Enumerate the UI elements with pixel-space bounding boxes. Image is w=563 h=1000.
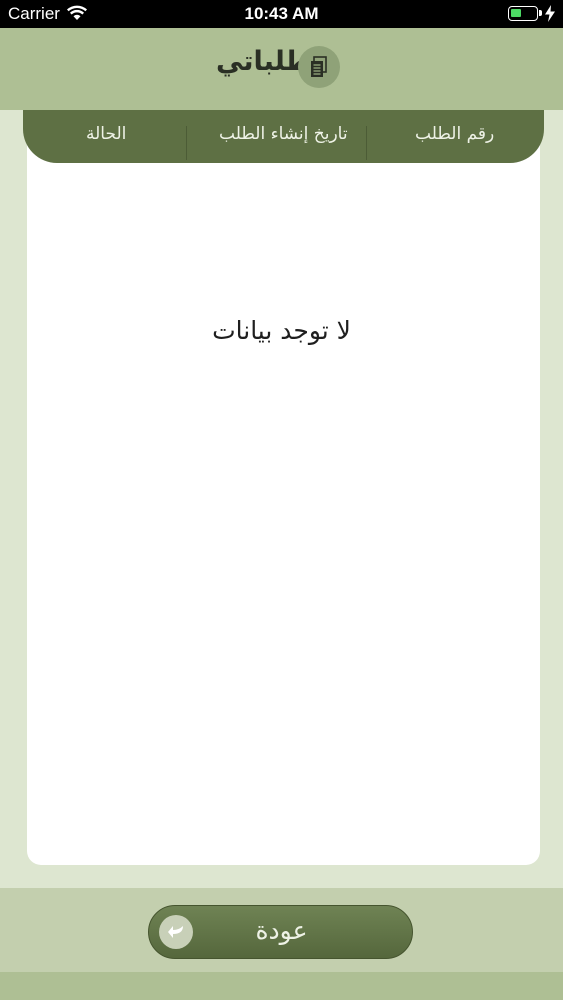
empty-state-message: لا توجد بيانات	[212, 316, 351, 345]
column-creation-date[interactable]: تاريخ إنشاء الطلب	[219, 124, 348, 144]
column-divider	[366, 126, 367, 160]
orders-table-card	[27, 110, 540, 865]
header-bar: طلباتي	[0, 28, 563, 110]
column-status[interactable]: الحالة	[86, 124, 126, 144]
back-arrow-icon	[159, 915, 193, 949]
bottom-strip	[0, 972, 563, 1000]
column-divider	[186, 126, 187, 160]
page-title: طلباتي	[216, 46, 312, 77]
clock: 10:43 AM	[244, 4, 319, 23]
column-order-number[interactable]: رقم الطلب	[415, 124, 494, 144]
table-header: رقم الطلب تاريخ إنشاء الطلب الحالة	[23, 110, 544, 163]
back-button[interactable]: عودة	[148, 905, 413, 959]
battery-icon	[508, 6, 542, 21]
charging-bolt-icon	[545, 5, 555, 22]
document-icon	[298, 46, 340, 88]
status-bar: Carrier 10:43 AM	[0, 0, 563, 28]
